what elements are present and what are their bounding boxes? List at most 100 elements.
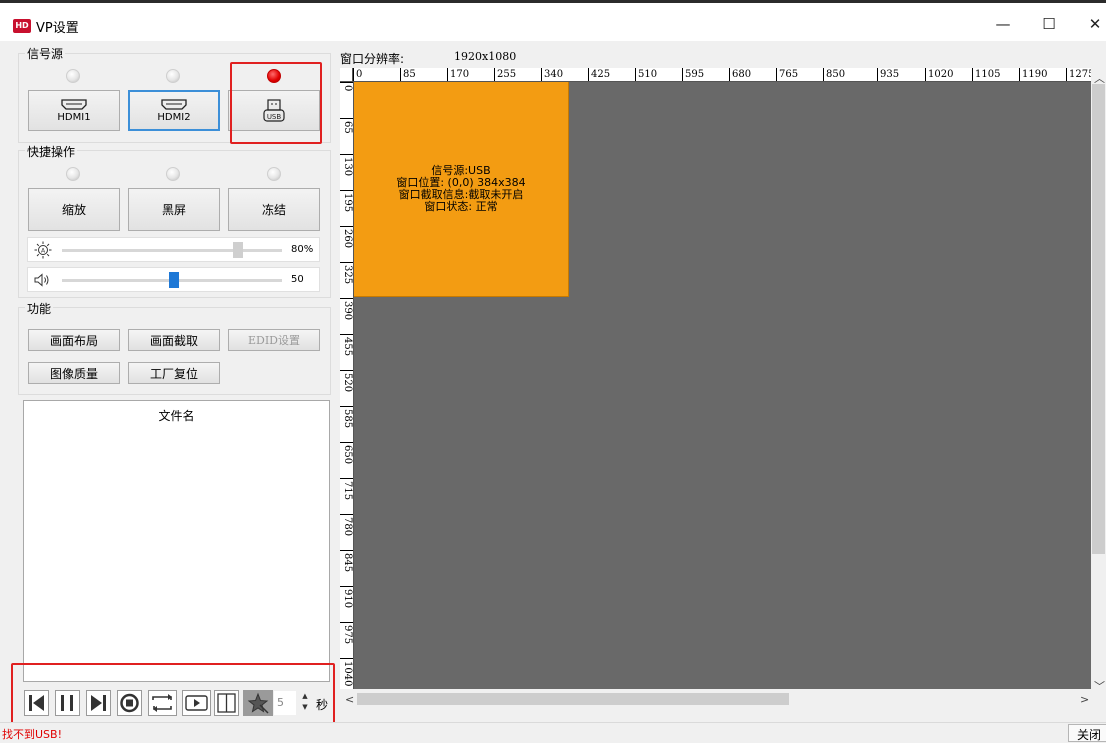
ruler-y-tick: 520	[340, 370, 353, 406]
ruler-y-tick: 65	[340, 118, 353, 154]
window-position-info: 窗口位置: (0,0) 384x384	[396, 175, 526, 189]
status-bar: 找不到USB!	[0, 722, 1106, 741]
close-button[interactable]: 关闭	[1068, 724, 1106, 742]
ruler-x-tick: 1275	[1066, 68, 1091, 81]
ruler-x-tick: 1190	[1019, 68, 1047, 81]
image-quality-button[interactable]: 图像质量	[28, 362, 120, 384]
ruler-x-tick: 680	[729, 68, 751, 81]
hdmi-port-icon	[161, 98, 187, 110]
scroll-up-arrow-icon[interactable]: ︿	[1094, 70, 1105, 86]
source-hdmi1-label: HDMI1	[57, 111, 91, 123]
window-close-button[interactable]: ✕	[1072, 6, 1106, 42]
minimize-button[interactable]: —	[980, 6, 1026, 42]
ruler-y-tick: 260	[340, 226, 353, 262]
brightness-auto-icon: A	[34, 241, 52, 259]
ruler-y-tick: 455	[340, 334, 353, 370]
resolution-value: 1920x1080	[454, 50, 517, 63]
hdmi1-indicator-led	[66, 69, 80, 83]
ruler-y-label: 130	[342, 157, 353, 177]
zoom-button[interactable]: 缩放	[28, 188, 120, 231]
ruler-y-label: 0	[342, 85, 353, 92]
edid-settings-button: EDID设置	[228, 329, 320, 351]
signal-source-title: 信号源	[25, 45, 66, 62]
ruler-y-label: 910	[342, 589, 353, 609]
quick-ops-title: 快捷操作	[25, 143, 78, 160]
ruler-x-tick: 255	[494, 68, 516, 81]
source-hdmi2-button[interactable]: HDMI2	[128, 90, 220, 131]
hdmi-port-icon	[61, 98, 87, 110]
resolution-label: 窗口分辨率:	[340, 52, 405, 66]
source-hdmi1-button[interactable]: HDMI1	[28, 90, 120, 131]
ruler-y-label: 845	[342, 553, 353, 573]
layout-canvas[interactable]: 信号源:USB 窗口位置: (0,0) 384x384 窗口截取信息:截取未开启…	[354, 82, 1091, 689]
ruler-x-tick: 340	[541, 68, 563, 81]
ruler-y-label: 975	[342, 625, 353, 645]
ruler-x-tick: 1105	[972, 68, 1000, 81]
ruler-y-tick: 130	[340, 154, 353, 190]
ruler-x-tick: 595	[682, 68, 704, 81]
functions-title: 功能	[25, 300, 54, 317]
ruler-y-label: 715	[342, 481, 353, 501]
ruler-x-tick: 850	[823, 68, 845, 81]
window-source-info: 信号源:USB	[431, 163, 491, 177]
blackscreen-indicator-led	[166, 167, 180, 181]
canvas-horizontal-scroll-thumb[interactable]	[357, 693, 789, 705]
volume-slider[interactable]: 50	[27, 267, 320, 292]
ruler-y-label: 1040	[342, 661, 353, 687]
vertical-ruler: 0 65 130 195 260 325 390 455 520 585 650…	[340, 82, 354, 689]
canvas-vertical-scroll-thumb[interactable]	[1092, 84, 1105, 554]
ruler-y-tick: 910	[340, 586, 353, 622]
ruler-x-tick: 170	[447, 68, 469, 81]
freeze-indicator-led	[267, 167, 281, 181]
window-status-info: 窗口状态: 正常	[424, 199, 498, 213]
ruler-y-label: 195	[342, 193, 353, 213]
capture-button[interactable]: 画面截取	[128, 329, 220, 351]
freeze-button[interactable]: 冻结	[228, 188, 320, 231]
speaker-icon	[34, 273, 49, 287]
ruler-y-label: 585	[342, 409, 353, 429]
ruler-y-label: 650	[342, 445, 353, 465]
ruler-x-tick: 425	[588, 68, 610, 81]
app-logo: HD	[13, 19, 31, 33]
factory-reset-button[interactable]: 工厂复位	[128, 362, 220, 384]
file-list-header: 文件名	[158, 409, 195, 423]
ruler-y-label: 780	[342, 517, 353, 537]
ruler-y-tick: 1040	[340, 658, 353, 689]
blackscreen-button[interactable]: 黑屏	[128, 188, 220, 231]
brightness-slider[interactable]: A 80%	[27, 237, 320, 262]
ruler-corner	[340, 68, 353, 82]
playback-highlight-box	[11, 663, 335, 731]
scroll-down-arrow-icon[interactable]: ﹀	[1094, 678, 1105, 694]
ruler-x-tick: 1020	[925, 68, 953, 81]
volume-value: 50	[291, 274, 304, 285]
volume-thumb[interactable]	[169, 272, 179, 288]
layout-button[interactable]: 画面布局	[28, 329, 120, 351]
scroll-left-arrow-icon[interactable]: <	[345, 693, 354, 706]
vp-settings-window: HD VP设置 — ☐ ✕ 信号源 HDMI1 HDMI2 USB 快捷操作 缩…	[0, 0, 1106, 742]
hdmi2-indicator-led	[166, 69, 180, 83]
ruler-x-tick: 85	[400, 68, 416, 81]
title-bar: HD VP设置 — ☐ ✕	[0, 3, 1106, 41]
ruler-x-tick: 0	[353, 68, 362, 81]
horizontal-ruler: 0 85 170 255 340 425 510 595 680 765 850…	[353, 68, 1091, 82]
ruler-x-tick: 935	[877, 68, 899, 81]
ruler-x-tick: 765	[776, 68, 798, 81]
ruler-y-label: 325	[342, 265, 353, 285]
zoom-indicator-led	[66, 167, 80, 181]
file-list[interactable]: 文件名	[23, 400, 330, 682]
ruler-y-label: 260	[342, 229, 353, 249]
usb-highlight-box	[230, 62, 322, 144]
ruler-y-tick: 845	[340, 550, 353, 586]
scroll-right-arrow-icon[interactable]: >	[1080, 693, 1089, 706]
maximize-button[interactable]: ☐	[1026, 6, 1072, 42]
ruler-y-tick: 585	[340, 406, 353, 442]
ruler-y-label: 520	[342, 373, 353, 393]
ruler-y-label: 390	[342, 301, 353, 321]
ruler-y-tick: 195	[340, 190, 353, 226]
ruler-y-label: 65	[342, 121, 353, 134]
brightness-thumb[interactable]	[233, 242, 243, 258]
usb-window-block[interactable]: 信号源:USB 窗口位置: (0,0) 384x384 窗口截取信息:截取未开启…	[354, 82, 569, 297]
ruler-y-tick: 650	[340, 442, 353, 478]
ruler-y-label: 455	[342, 337, 353, 357]
source-hdmi2-label: HDMI2	[157, 111, 191, 123]
